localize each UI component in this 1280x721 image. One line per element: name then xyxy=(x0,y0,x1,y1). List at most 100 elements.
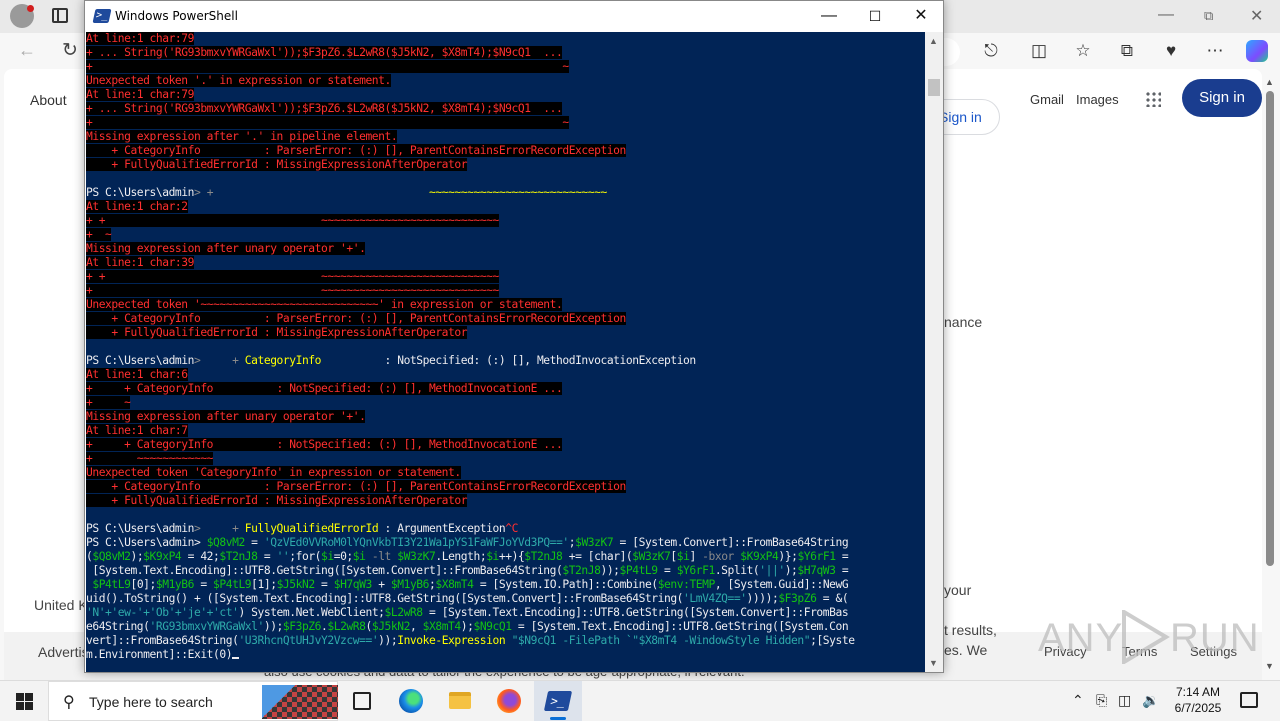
console-line: At line:1 char:6 xyxy=(86,368,188,382)
console-line: PS C:\Users\admin> + ~~~~~~~~~~~~~~~~~~~… xyxy=(86,186,607,200)
console-scroll-down-icon[interactable]: ▼ xyxy=(929,658,938,668)
taskbar-powershell[interactable]: >_ xyxy=(534,681,582,721)
console-line: + FullyQualifiedErrorId : MissingExpress… xyxy=(86,158,468,172)
console-text: $W3zK7 xyxy=(632,550,671,563)
volume-icon[interactable]: 🔉 xyxy=(1142,692,1159,709)
console-line: Missing expression after unary operator … xyxy=(86,410,366,424)
maximize-icon[interactable]: ☐ xyxy=(860,5,890,27)
powershell-icon: >_ xyxy=(92,9,112,23)
browser-restore-icon[interactable]: ⧉ xyxy=(1204,8,1213,24)
powershell-window[interactable]: >_ Windows PowerShell — ☐ ✕ At line:1 ch… xyxy=(84,0,944,673)
console-text: + FullyQualifiedErrorId : MissingExpress… xyxy=(86,494,468,507)
console-text: At line:1 char:79 xyxy=(86,88,194,101)
console-text: > + xyxy=(193,522,245,535)
console-text: )); xyxy=(378,634,398,647)
console-text: + ~ xyxy=(86,60,569,73)
taskbar-file-explorer[interactable] xyxy=(436,681,484,721)
start-button[interactable] xyxy=(0,681,48,721)
windows-logo-icon xyxy=(16,693,24,701)
console-text: : ArgumentException xyxy=(378,522,506,535)
favorites-icon[interactable]: ☆ xyxy=(1072,40,1094,62)
console-scrollbar-thumb[interactable] xyxy=(928,79,940,96)
taskbar-edge[interactable] xyxy=(387,681,435,721)
more-options-icon[interactable]: ⋯ xyxy=(1204,40,1226,62)
console-line: At line:1 char:79 xyxy=(86,32,194,46)
console-line: At line:1 char:79 xyxy=(86,88,194,102)
console-text: Missing expression after unary operator … xyxy=(86,410,366,423)
console-text: At line:1 char:6 xyxy=(86,368,188,381)
task-view-button[interactable] xyxy=(338,681,386,721)
console-text: e64String( xyxy=(86,620,150,633)
split-screen-icon[interactable]: ◫ xyxy=(1028,40,1050,62)
console-text: At line:1 char:7 xyxy=(86,424,188,437)
scroll-up-icon[interactable]: ▲ xyxy=(1265,77,1274,87)
gmail-link[interactable]: Gmail xyxy=(1030,92,1064,107)
console-text: PS C:\Users\admin xyxy=(86,354,194,367)
browser-scrollbar[interactable]: ▲ ▼ xyxy=(1262,69,1278,680)
console-text: = xyxy=(657,564,677,577)
console-text: $Y6rF1 xyxy=(797,550,836,563)
console-line: Unexpected token '~~~~~~~~~~~~~~~~~~~~~~… xyxy=(86,298,563,312)
console-line: + ~~~~~~~~~~~~~~~~~~~~~~~~~~~~ xyxy=(86,284,499,298)
refresh-icon[interactable]: ↻ xyxy=(62,39,78,62)
advertising-link[interactable]: Advertis xyxy=(38,644,89,660)
console-line xyxy=(86,172,92,186)
console-text: $H7qW3 xyxy=(333,578,373,591)
console-scrollbar[interactable]: ▲ ▼ xyxy=(925,32,943,672)
task-view-icon xyxy=(353,692,371,710)
display-icon[interactable]: ◫ xyxy=(1118,692,1131,709)
console-text: = xyxy=(244,536,264,549)
console-text: )); xyxy=(263,620,284,633)
console-text: ); xyxy=(784,564,798,577)
extensions-icon[interactable]: ⎋ xyxy=(980,40,1002,62)
console-text: ;[Syste xyxy=(810,634,855,647)
console-text: .Split( xyxy=(714,564,760,577)
console-text: $W3zK7 xyxy=(397,550,436,563)
back-icon[interactable]: ← xyxy=(18,40,36,61)
profile-icon[interactable] xyxy=(10,4,34,28)
console-text: + ~ xyxy=(86,396,131,409)
console-text: : NotSpecified: (:) [], MethodInvocation… xyxy=(321,354,697,367)
browser-essentials-icon[interactable]: ♥ xyxy=(1160,40,1182,62)
notifications-icon[interactable] xyxy=(1240,692,1258,708)
close-icon[interactable]: ✕ xyxy=(906,5,936,27)
console-text: , xyxy=(409,620,423,633)
console-line: PS C:\Users\admin> + FullyQualifiedError… xyxy=(86,522,518,536)
minimize-icon[interactable]: — xyxy=(814,5,844,27)
console-text: )}; xyxy=(778,550,798,563)
console-text: uid().ToString() + ([System.Text.Encodin… xyxy=(86,592,684,605)
console-text: PS C:\Users\admin xyxy=(86,186,194,199)
console-line: $P4tL9[0];$M1yB6 = $P4tL9[1];$J5kN2 = $H… xyxy=(86,578,848,592)
results-fragment: t results, xyxy=(944,622,997,638)
powershell-titlebar[interactable]: >_ Windows PowerShell — ☐ ✕ xyxy=(85,1,943,32)
console-text: PS C:\Users\admin> xyxy=(86,536,207,549)
console-text: = xyxy=(193,578,214,591)
browser-close-icon[interactable]: ✕ xyxy=(1250,6,1263,26)
network-icon[interactable]: ⎘ xyxy=(1096,692,1107,709)
images-link[interactable]: Images xyxy=(1076,92,1119,107)
firefox-icon xyxy=(497,689,521,713)
about-link[interactable]: About xyxy=(30,92,67,108)
console-line xyxy=(86,508,92,522)
sign-in-button[interactable]: Sign in xyxy=(1182,79,1262,117)
console-line: + ~ xyxy=(86,228,112,242)
apps-grid-icon[interactable] xyxy=(1145,91,1161,107)
console-text: $M1yB6 xyxy=(390,578,430,591)
show-hidden-icons-icon[interactable]: ⌃ xyxy=(1072,692,1084,709)
windows-logo-pane xyxy=(16,702,24,710)
scrollbar-thumb[interactable] xyxy=(1266,91,1274,566)
console-text: $F3pZ6 xyxy=(282,620,322,633)
browser-minimize-icon[interactable]: — xyxy=(1158,6,1174,24)
clock[interactable]: 7:14 AM 6/7/2025 xyxy=(1166,684,1230,716)
collections-icon[interactable]: ⧉ xyxy=(1116,40,1138,62)
scroll-down-icon[interactable]: ▼ xyxy=(1265,661,1274,671)
console-scroll-up-icon[interactable]: ▲ xyxy=(929,36,938,46)
console-text: $T2nJ8 xyxy=(524,550,563,563)
console-text: ++){ xyxy=(498,550,525,563)
console-text: 'QzVEd0VVRoM0lYQnVkbTI3Y21Wa1pYS1FaWFJoY… xyxy=(263,536,569,549)
taskbar-firefox[interactable] xyxy=(485,681,533,721)
tab-actions-icon[interactable] xyxy=(52,8,68,23)
console-text: = xyxy=(835,550,849,563)
copilot-icon[interactable] xyxy=(1246,40,1268,62)
console-output[interactable]: At line:1 char:79 + ... String('RG93bmxvY… xyxy=(86,32,925,672)
